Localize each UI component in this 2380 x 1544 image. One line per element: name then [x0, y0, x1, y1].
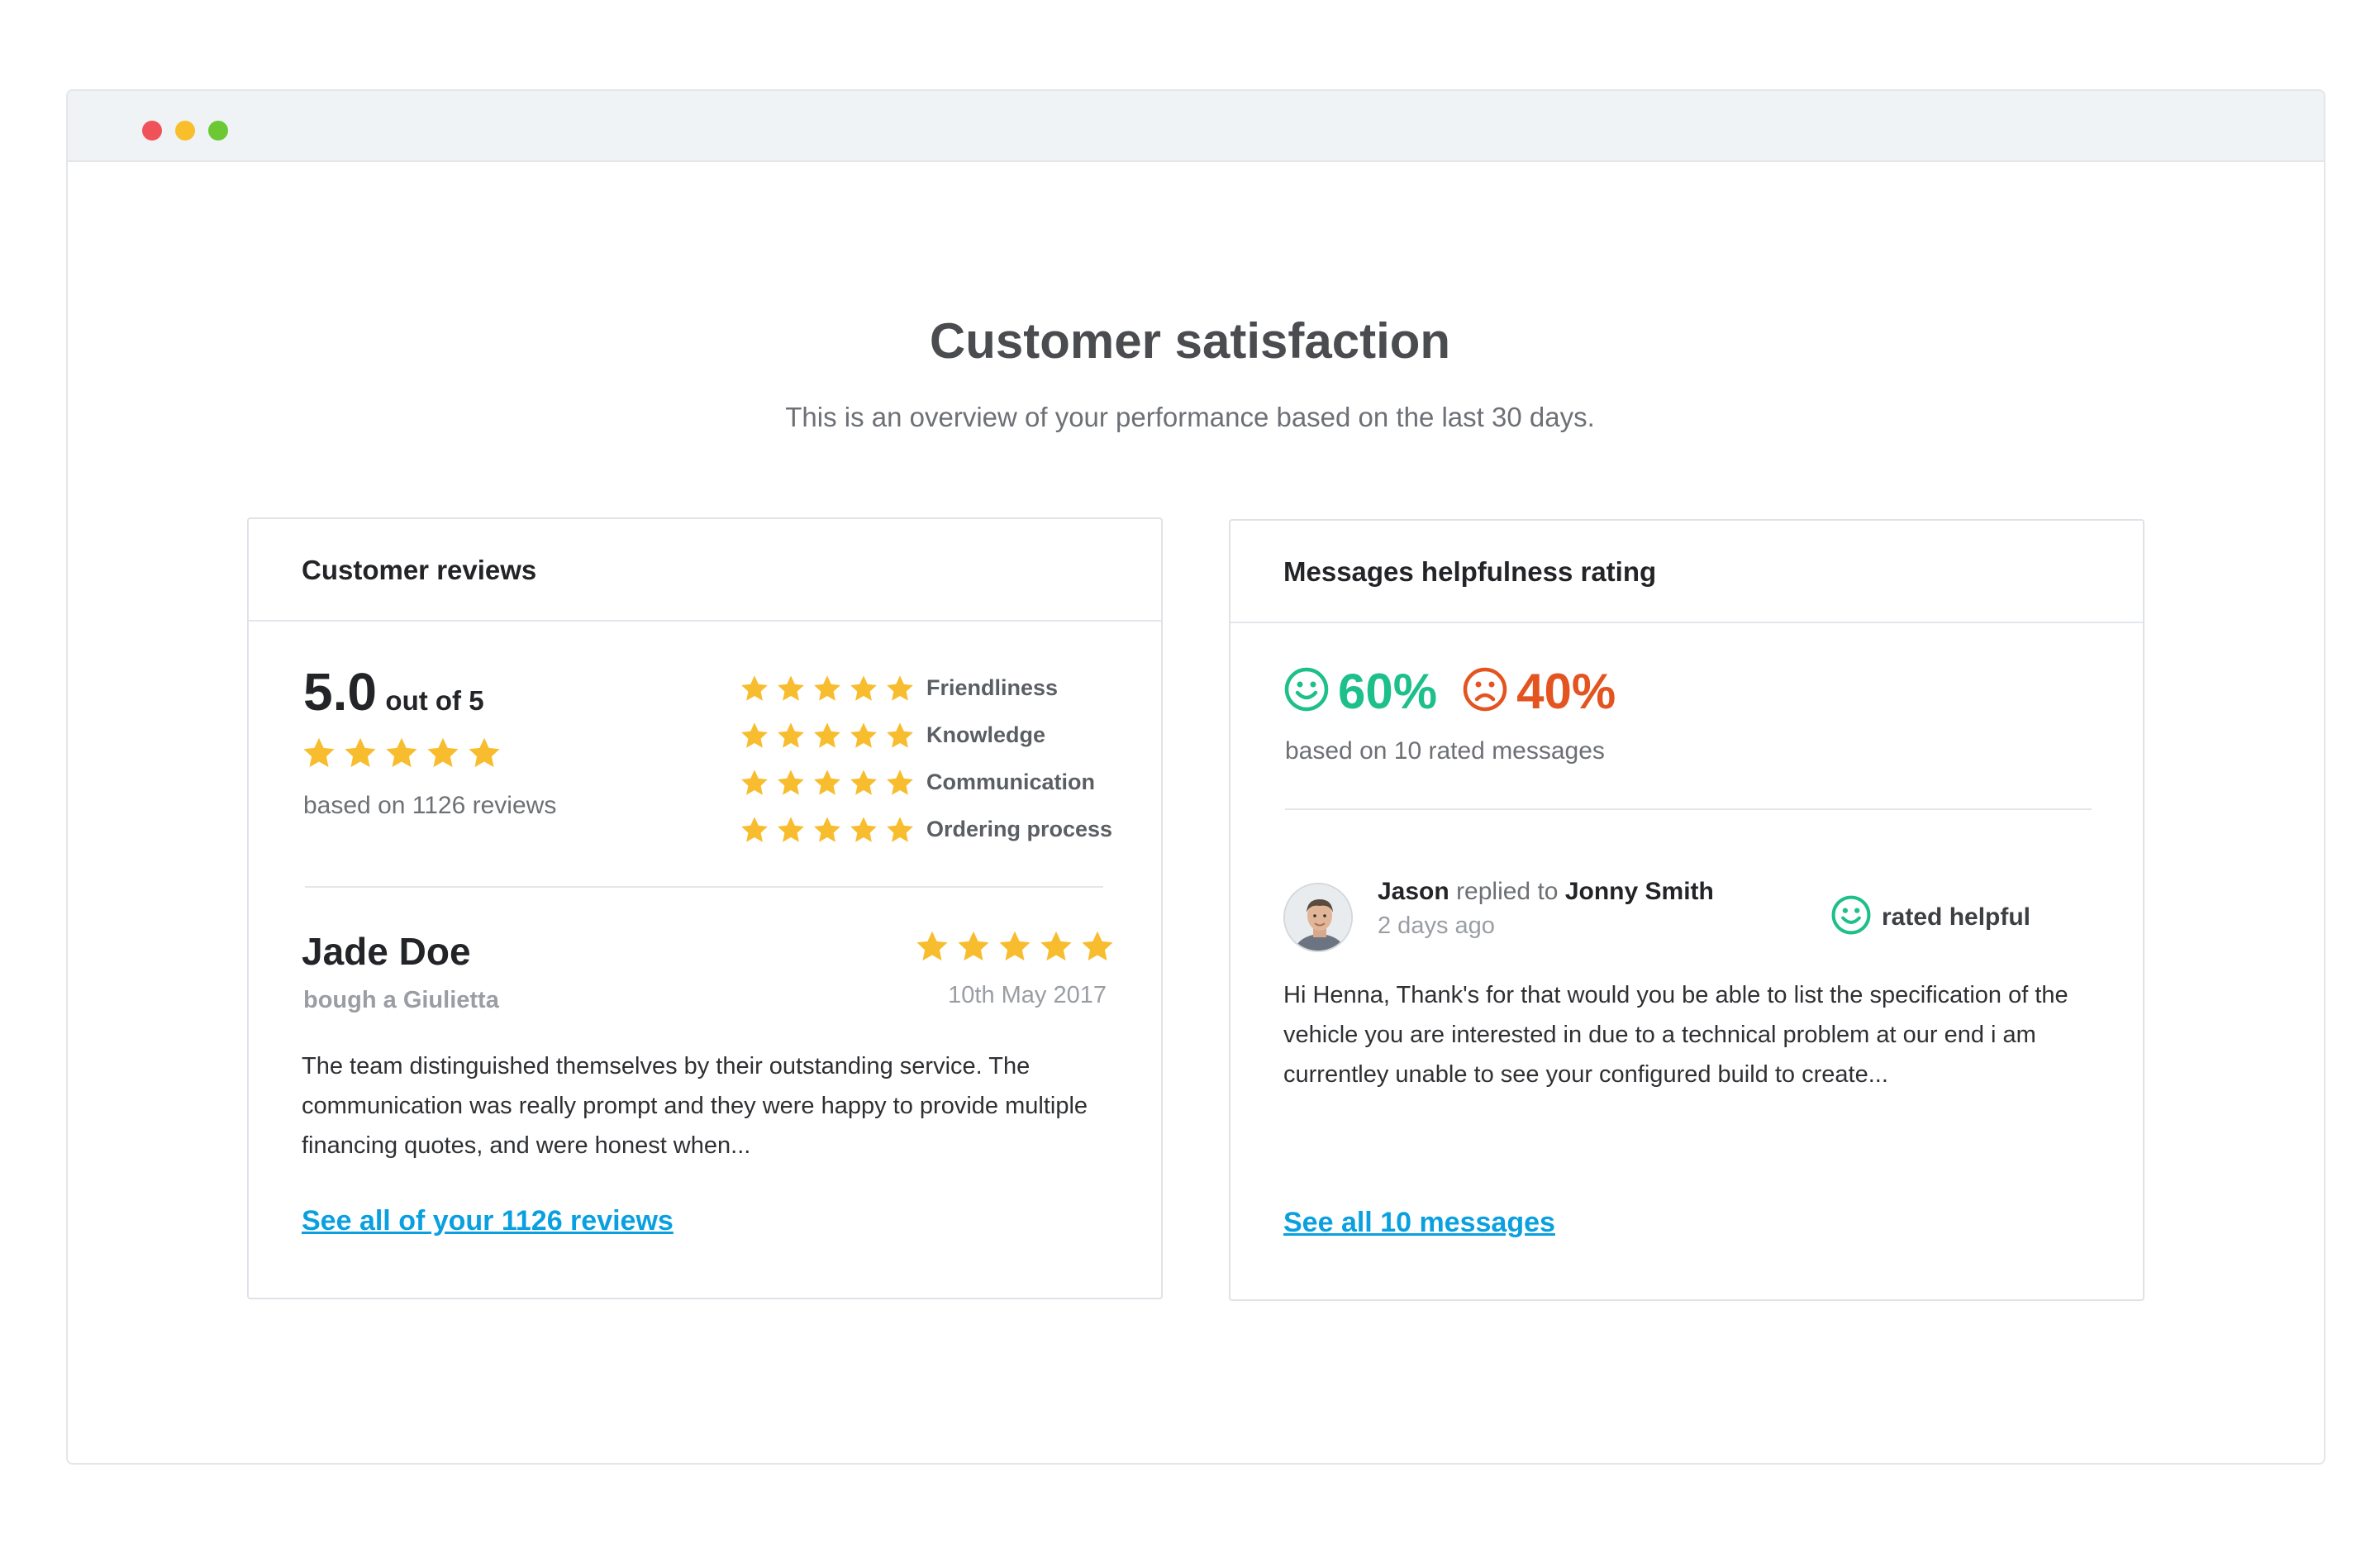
review-stars — [908, 929, 1115, 964]
star-icon — [740, 721, 769, 751]
star-icon — [776, 815, 806, 845]
helpfulness-percentages: 60% 40% — [1283, 663, 1616, 720]
see-all-messages-link[interactable]: See all 10 messages — [1283, 1207, 1555, 1239]
page-title: Customer satisfaction — [929, 313, 1451, 369]
rated-messages-count: based on 10 rated messages — [1285, 737, 1605, 765]
star-icon — [812, 674, 842, 703]
star-icon — [915, 929, 950, 964]
category-row-friendliness: Friendliness — [740, 665, 1112, 712]
category-stars — [740, 721, 921, 751]
page-subtitle: This is an overview of your performance … — [785, 402, 1595, 432]
star-icon — [885, 768, 915, 798]
message-meta: Jason replied to Jonny Smith — [1378, 878, 1714, 906]
category-stars — [740, 815, 921, 845]
customer-reviews-header: Customer reviews — [249, 519, 1161, 622]
star-icon — [343, 736, 378, 770]
category-label: Knowledge — [926, 722, 1046, 747]
reviewer-purchase: bough a Giulietta — [303, 987, 499, 1013]
score-suffix: out of 5 — [385, 685, 484, 716]
star-icon — [1039, 929, 1073, 964]
divider — [1285, 808, 2092, 810]
score-value: 5.0 — [303, 662, 377, 722]
star-icon — [812, 768, 842, 798]
star-icon — [384, 736, 419, 770]
star-icon — [849, 768, 878, 798]
helpful-rating: rated helpful — [1830, 894, 2030, 940]
star-icon — [812, 815, 842, 845]
message-time: 2 days ago — [1378, 913, 1495, 939]
star-icon — [776, 768, 806, 798]
star-icon — [302, 736, 336, 770]
smiley-sad-icon — [1462, 666, 1508, 717]
category-label: Ordering process — [926, 817, 1113, 841]
star-icon — [812, 721, 842, 751]
overall-score: 5.0 out of 5 — [303, 661, 484, 722]
review-text: The team distinguished themselves by the… — [302, 1053, 1088, 1159]
avatar — [1283, 883, 1353, 952]
smiley-happy-icon — [1283, 666, 1330, 717]
star-icon — [776, 721, 806, 751]
helpful-label: rated helpful — [1882, 903, 2031, 931]
star-icon — [740, 674, 769, 703]
reviewer-name: Jade Doe — [302, 930, 471, 973]
messages-helpfulness-card: Messages helpfulness rating 60% 40% base… — [1229, 519, 2144, 1301]
minimize-window-button[interactable] — [175, 121, 195, 141]
star-icon — [740, 768, 769, 798]
category-row-communication: Communication — [740, 759, 1112, 806]
star-icon — [740, 815, 769, 845]
star-icon — [1080, 929, 1115, 964]
close-window-button[interactable] — [142, 121, 162, 141]
positive-percentage: 60% — [1338, 664, 1438, 719]
star-icon — [997, 929, 1032, 964]
negative-percentage: 40% — [1516, 664, 1616, 719]
star-icon — [885, 674, 915, 703]
maximize-window-button[interactable] — [208, 121, 228, 141]
message-recipient: Jonny Smith — [1564, 878, 1714, 905]
message-sender: Jason — [1378, 878, 1449, 905]
star-icon — [885, 815, 915, 845]
messages-helpfulness-header: Messages helpfulness rating — [1230, 521, 2143, 623]
category-stars — [740, 768, 921, 798]
star-icon — [849, 721, 878, 751]
reviews-count-text: based on 1126 reviews — [303, 792, 557, 819]
star-icon — [776, 674, 806, 703]
category-ratings: Friendliness Knowledge Communication Ord… — [740, 665, 1112, 853]
category-label: Communication — [926, 770, 1096, 794]
category-label: Friendliness — [926, 675, 1059, 700]
star-icon — [956, 929, 991, 964]
see-all-reviews-link[interactable]: See all of your 1126 reviews — [302, 1205, 674, 1237]
category-stars — [740, 674, 921, 703]
star-icon — [426, 736, 460, 770]
window-titlebar — [68, 91, 2324, 162]
message-action: replied to — [1456, 878, 1559, 905]
category-row-knowledge: Knowledge — [740, 712, 1112, 759]
customer-reviews-card: Customer reviews 5.0 out of 5 based on 1… — [247, 517, 1163, 1299]
category-row-ordering-process: Ordering process — [740, 806, 1112, 853]
star-icon — [849, 815, 878, 845]
smiley-happy-icon — [1830, 894, 1872, 940]
review-date: 10th May 2017 — [948, 982, 1107, 1008]
star-icon — [885, 721, 915, 751]
star-icon — [849, 674, 878, 703]
star-icon — [467, 736, 502, 770]
overall-stars — [302, 736, 508, 770]
divider — [305, 886, 1103, 888]
message-text: Hi Henna, Thank's for that would you be … — [1283, 982, 2068, 1088]
